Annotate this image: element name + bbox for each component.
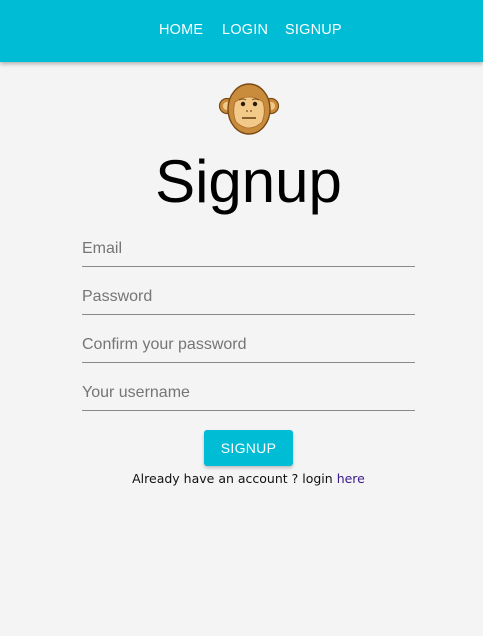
page-title: Signup bbox=[155, 148, 342, 215]
signup-button[interactable]: SIGNUP bbox=[204, 430, 293, 466]
nav-home-link[interactable]: HOME bbox=[159, 22, 203, 38]
confirm-password-field[interactable] bbox=[82, 328, 415, 363]
top-navbar: HOME LOGIN SIGNUP bbox=[0, 0, 483, 62]
nav-login-link[interactable]: LOGIN bbox=[222, 22, 268, 38]
nav-signup-link[interactable]: SIGNUP bbox=[285, 22, 342, 38]
login-hint-text: Already have an account ? login bbox=[132, 471, 337, 486]
login-here-link[interactable]: here bbox=[337, 471, 365, 486]
email-field[interactable] bbox=[82, 232, 415, 267]
monkey-face-icon bbox=[218, 82, 280, 138]
login-hint: Already have an account ? login here bbox=[0, 471, 483, 486]
username-field[interactable] bbox=[82, 376, 415, 411]
password-field[interactable] bbox=[82, 280, 415, 315]
